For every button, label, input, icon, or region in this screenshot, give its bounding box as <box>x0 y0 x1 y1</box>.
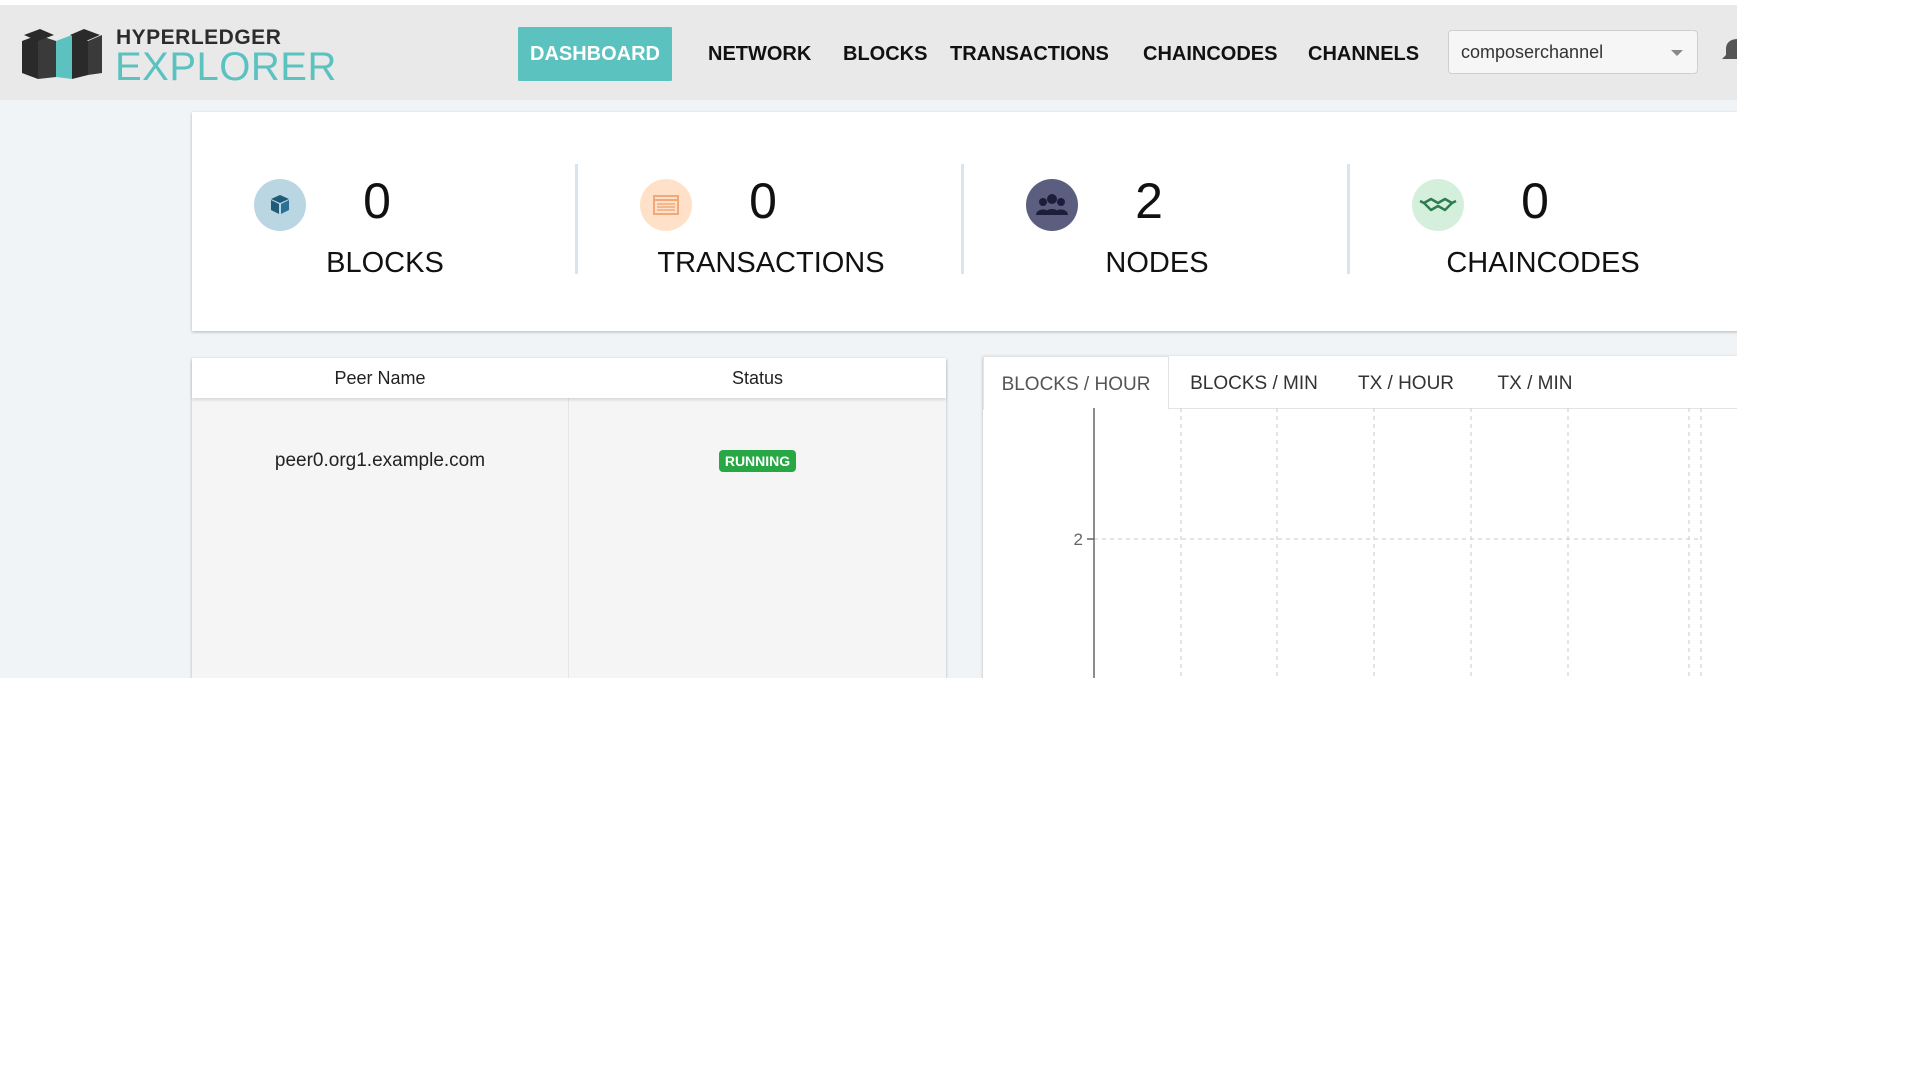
stat-nodes-label: NODES <box>1105 247 1209 279</box>
stat-chaincodes-label: CHAINCODES <box>1446 247 1640 279</box>
status-badge: RUNNING <box>718 450 797 472</box>
chart-tabs: BLOCKS / HOUR BLOCKS / MIN TX / HOUR TX … <box>983 356 1737 410</box>
brand-logo[interactable]: HYPERLEDGER EXPLORER <box>20 25 350 90</box>
stat-chaincodes-value: 0 <box>1521 173 1549 229</box>
peer-table-header: Peer Name Status <box>192 358 946 398</box>
navbar: HYPERLEDGER EXPLORER DASHBOARD NETWORK B… <box>0 5 1737 100</box>
y-tick-label: 2 <box>1074 530 1083 549</box>
peer-table: Peer Name Status peer0.org1.example.com … <box>192 358 946 678</box>
peer-name-cell: peer0.org1.example.com <box>274 450 486 471</box>
chevron-down-icon <box>1671 50 1683 56</box>
stat-transactions-label: TRANSACTIONS <box>657 247 885 279</box>
nav-chaincodes[interactable]: CHAINCODES <box>1143 27 1277 81</box>
stat-blocks-label: BLOCKS <box>326 247 444 279</box>
nav-dashboard[interactable]: DASHBOARD <box>518 27 672 81</box>
brand-line2: EXPLORER <box>115 45 337 89</box>
nav-transactions[interactable]: TRANSACTIONS <box>950 27 1109 81</box>
nav-blocks[interactable]: BLOCKS <box>843 27 927 81</box>
stat-blocks: 0 BLOCKS <box>192 112 578 331</box>
stats-card: 0 BLOCKS 0 TRANSACTIONS 2 NODES 0 CHAINC… <box>192 112 1737 331</box>
column-divider <box>568 358 569 678</box>
stat-transactions: 0 TRANSACTIONS <box>578 112 964 331</box>
nav-network[interactable]: NETWORK <box>708 27 811 81</box>
channel-select[interactable]: composerchannel <box>1448 30 1698 74</box>
stat-nodes: 2 NODES <box>964 112 1350 331</box>
nav-channels[interactable]: CHANNELS <box>1308 27 1419 81</box>
blocks-per-hour-chart: 5 2 <box>1074 408 1702 678</box>
chart-card: BLOCKS / HOUR BLOCKS / MIN TX / HOUR TX … <box>983 356 1737 678</box>
column-header-status[interactable]: Status <box>569 358 946 398</box>
chart-grid <box>1094 408 1702 678</box>
column-header-peer-name[interactable]: Peer Name <box>192 358 568 398</box>
tab-tx-min[interactable]: TX / MIN <box>1473 356 1597 408</box>
app-viewport: HYPERLEDGER EXPLORER DASHBOARD NETWORK B… <box>0 0 1737 678</box>
tab-blocks-hour[interactable]: BLOCKS / HOUR <box>983 356 1169 410</box>
bell-icon[interactable] <box>1720 33 1737 63</box>
stat-blocks-value: 0 <box>363 173 391 229</box>
stat-chaincodes: 0 CHAINCODES <box>1350 112 1736 331</box>
stat-transactions-value: 0 <box>749 173 777 229</box>
peer-status-cell: RUNNING <box>569 450 946 472</box>
channel-select-value: composerchannel <box>1461 42 1604 62</box>
tab-blocks-min[interactable]: BLOCKS / MIN <box>1169 356 1339 408</box>
tab-tx-hour[interactable]: TX / HOUR <box>1341 356 1471 408</box>
stat-nodes-value: 2 <box>1135 173 1163 229</box>
logo-mark-icon <box>22 29 102 79</box>
